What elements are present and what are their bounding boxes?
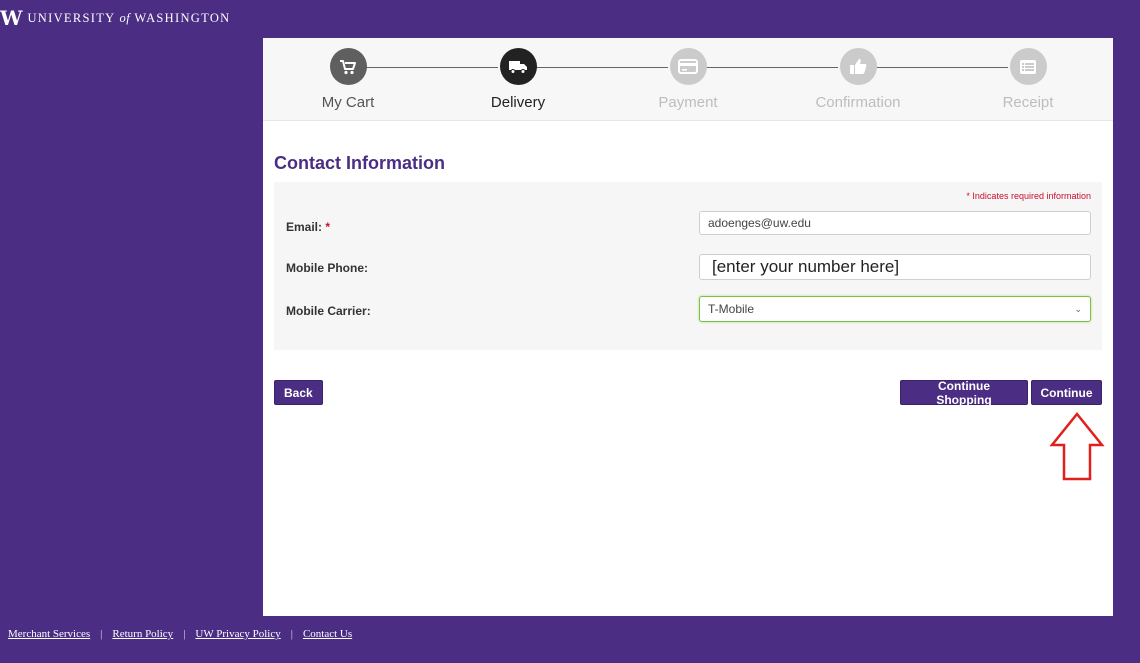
- uw-logo[interactable]: W UNIVERSITY of WASHINGTON: [0, 8, 230, 28]
- annotation-arrow-icon: [1049, 412, 1105, 481]
- email-label: Email: *: [286, 220, 331, 234]
- continue-shopping-button[interactable]: Continue Shopping: [900, 379, 1028, 407]
- mobile-phone-label: Mobile Phone:: [286, 261, 368, 275]
- email-value: adoenges@uw.edu: [708, 216, 811, 230]
- footer-separator: |: [290, 628, 293, 640]
- step-label: My Cart: [321, 94, 375, 111]
- contact-us-link[interactable]: Contact Us: [303, 628, 352, 640]
- list-icon: [1020, 59, 1036, 74]
- mobile-phone-field[interactable]: [enter your number here]: [699, 254, 1091, 280]
- required-star: *: [325, 220, 331, 234]
- step-label: Payment: [658, 94, 718, 111]
- footer-separator: |: [183, 628, 186, 640]
- thumbs-up-icon: [850, 59, 867, 74]
- checkout-panel: My Cart Delivery Payment Confirmation Re…: [263, 38, 1113, 616]
- step-receipt[interactable]: Receipt: [943, 48, 1113, 112]
- credit-card-icon: [678, 59, 698, 74]
- uw-w-mark: W: [0, 6, 23, 30]
- checkout-stepper: My Cart Delivery Payment Confirmation Re…: [263, 38, 1113, 121]
- mobile-phone-value: [enter your number here]: [712, 257, 900, 276]
- step-circle: [329, 48, 367, 85]
- contact-form: * Indicates required information Email: …: [274, 182, 1102, 350]
- step-circle: [839, 48, 877, 85]
- uw-logo-text: UNIVERSITY of WASHINGTON: [27, 10, 231, 25]
- mobile-carrier-value: T-Mobile: [708, 302, 755, 316]
- step-label: Delivery: [490, 94, 546, 111]
- required-note: * Indicates required information: [966, 191, 1091, 201]
- email-field[interactable]: adoenges@uw.edu: [699, 211, 1091, 235]
- step-label: Confirmation: [815, 94, 901, 111]
- section-title: Contact Information: [274, 153, 445, 173]
- step-label: Receipt: [1002, 94, 1054, 111]
- mobile-carrier-label: Mobile Carrier:: [286, 304, 371, 318]
- step-confirmation[interactable]: Confirmation: [773, 48, 943, 112]
- back-button[interactable]: Back: [274, 380, 323, 405]
- merchant-services-link[interactable]: Merchant Services: [8, 628, 90, 640]
- return-policy-link[interactable]: Return Policy: [112, 628, 173, 640]
- chevron-down-icon: ⌄: [1074, 303, 1082, 314]
- mobile-carrier-select[interactable]: T-Mobile ⌄: [699, 296, 1091, 322]
- step-my-cart[interactable]: My Cart: [263, 48, 433, 112]
- step-circle: [669, 48, 707, 85]
- step-payment[interactable]: Payment: [603, 48, 773, 112]
- footer-separator: |: [100, 628, 103, 640]
- footer-links: Merchant Services | Return Policy | UW P…: [8, 628, 352, 640]
- continue-button[interactable]: Continue: [1031, 380, 1102, 405]
- step-circle: [499, 48, 537, 85]
- truck-icon: [509, 60, 527, 74]
- cart-icon: [340, 59, 356, 74]
- privacy-policy-link[interactable]: UW Privacy Policy: [195, 628, 280, 640]
- step-circle: [1009, 48, 1047, 85]
- step-delivery[interactable]: Delivery: [433, 48, 603, 112]
